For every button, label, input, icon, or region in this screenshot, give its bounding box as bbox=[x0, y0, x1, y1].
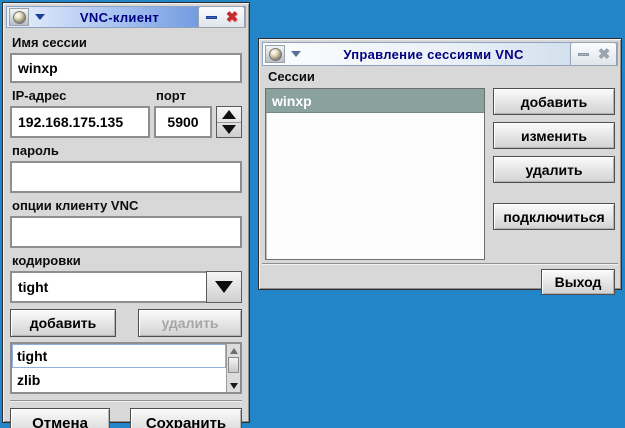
port-label: порт bbox=[156, 88, 242, 103]
save-button[interactable]: Сохранить bbox=[130, 408, 242, 428]
window-controls: ✖ bbox=[570, 42, 617, 66]
client-titlebar[interactable]: VNC-клиент ✖ bbox=[6, 6, 246, 28]
minimize-button[interactable] bbox=[574, 46, 592, 62]
scroll-up-button[interactable] bbox=[227, 344, 240, 357]
minimize-icon bbox=[206, 16, 217, 19]
session-edit-button[interactable]: изменить bbox=[493, 122, 615, 149]
window-icon bbox=[13, 11, 26, 24]
close-icon: ✖ bbox=[598, 47, 611, 62]
scroll-down-button[interactable] bbox=[227, 379, 240, 392]
window-icon bbox=[269, 48, 282, 61]
port-input[interactable]: 5900 bbox=[154, 106, 212, 138]
chevron-down-icon[interactable] bbox=[35, 14, 45, 20]
sessions-listbox[interactable]: winxp bbox=[265, 88, 485, 260]
spinner-down-icon bbox=[222, 125, 236, 134]
session-add-button[interactable]: добавить bbox=[493, 88, 615, 115]
close-button[interactable]: ✖ bbox=[595, 46, 613, 62]
close-icon: ✖ bbox=[226, 10, 239, 25]
minimize-button[interactable] bbox=[202, 9, 220, 25]
encodings-scrollbar[interactable] bbox=[226, 344, 240, 392]
cancel-button[interactable]: Отмена bbox=[10, 408, 110, 428]
password-input[interactable] bbox=[10, 161, 242, 193]
encodings-combobox[interactable]: tight bbox=[10, 271, 242, 303]
manager-titlebar[interactable]: Управление сессиями VNC ✖ bbox=[262, 42, 618, 66]
window-title: VNC-клиент bbox=[45, 10, 194, 25]
ip-label: IP-адрес bbox=[12, 88, 154, 103]
combobox-dropdown-button[interactable] bbox=[206, 271, 242, 303]
session-name-input[interactable]: winxp bbox=[10, 53, 242, 83]
session-manager-window: Управление сессиями VNC ✖ Сессии winxp д… bbox=[258, 38, 622, 290]
encoding-list-item[interactable]: tight bbox=[12, 344, 226, 368]
window-menu-button[interactable] bbox=[9, 8, 29, 26]
scrollbar-thumb[interactable] bbox=[228, 357, 239, 373]
exit-button[interactable]: Выход bbox=[541, 269, 615, 295]
vnc-client-window: VNC-клиент ✖ Имя сессии winxp IP-адрес п… bbox=[2, 2, 250, 423]
spinner-up-icon bbox=[222, 110, 236, 119]
chevron-down-icon[interactable] bbox=[291, 51, 301, 57]
encoding-remove-button[interactable]: удалить bbox=[138, 309, 242, 337]
window-title: Управление сессиями VNC bbox=[301, 47, 566, 62]
encodings-label: кодировки bbox=[12, 253, 242, 268]
password-label: пароль bbox=[12, 143, 242, 158]
options-label: опции клиенту VNC bbox=[12, 198, 242, 213]
close-button[interactable]: ✖ bbox=[223, 9, 241, 25]
encodings-combobox-value: tight bbox=[18, 279, 48, 295]
session-list-item[interactable]: winxp bbox=[266, 89, 484, 113]
window-controls: ✖ bbox=[198, 6, 245, 28]
window-menu-button[interactable] bbox=[265, 45, 285, 63]
port-spinner bbox=[216, 106, 242, 138]
session-name-label: Имя сессии bbox=[12, 35, 242, 50]
ip-input[interactable]: 192.168.175.135 bbox=[10, 106, 150, 138]
separator bbox=[10, 400, 242, 402]
scroll-down-icon bbox=[230, 383, 238, 389]
session-remove-button[interactable]: удалить bbox=[493, 156, 615, 183]
minimize-icon bbox=[578, 53, 589, 56]
desktop: { "colors": { "desktop_bg": "#2285c8", "… bbox=[0, 0, 625, 428]
options-input[interactable] bbox=[10, 216, 242, 248]
encoding-add-button[interactable]: добавить bbox=[10, 309, 116, 337]
encoding-list-item[interactable]: zlib bbox=[12, 368, 226, 392]
session-connect-button[interactable]: подключиться bbox=[493, 203, 615, 230]
spinner-down-button[interactable] bbox=[217, 123, 241, 138]
encodings-listbox[interactable]: tight zlib bbox=[10, 342, 242, 394]
scroll-up-icon bbox=[230, 348, 238, 354]
client-form: Имя сессии winxp IP-адрес порт 192.168.1… bbox=[6, 28, 246, 428]
spinner-up-button[interactable] bbox=[217, 107, 241, 123]
sessions-label: Сессии bbox=[268, 69, 618, 84]
combo-arrow-icon bbox=[215, 281, 233, 293]
